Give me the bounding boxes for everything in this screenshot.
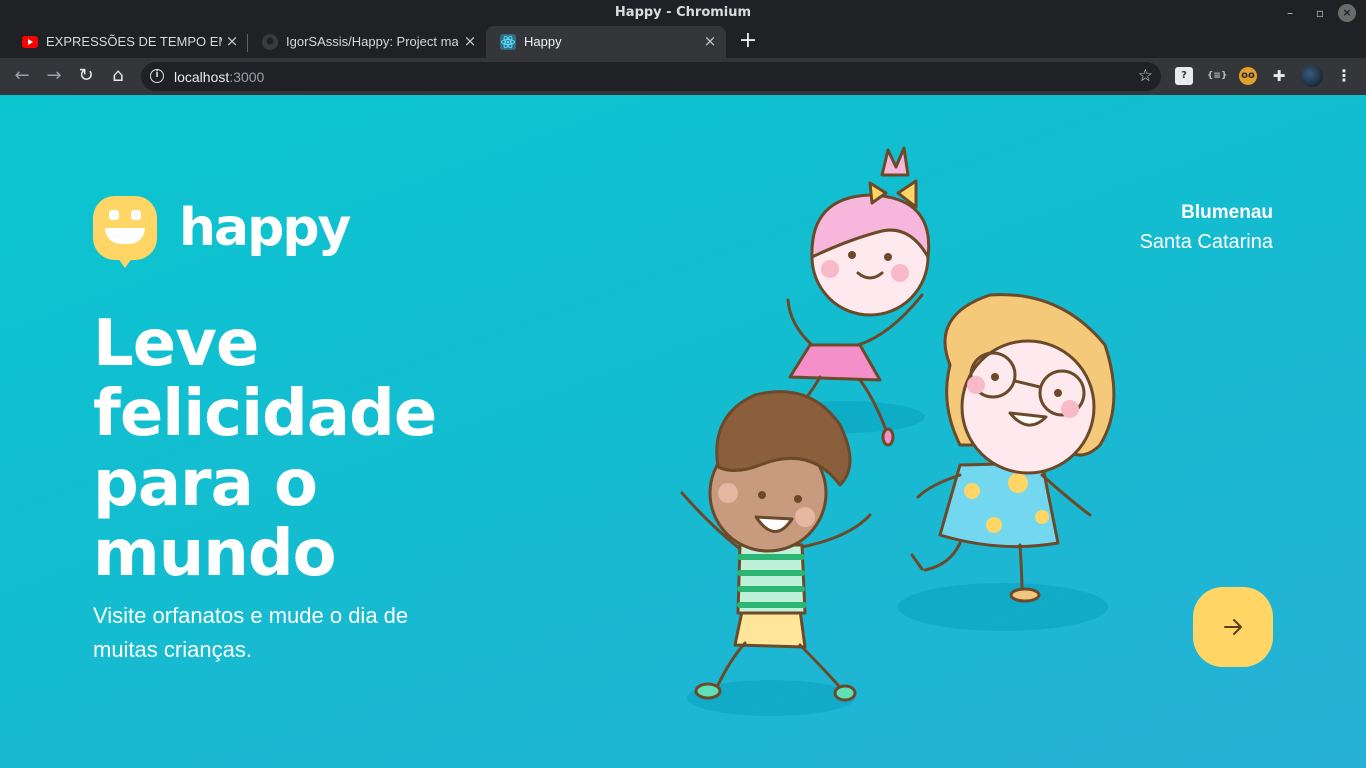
tab-label: EXPRESSÕES DE TEMPO EM INGLÊS [46,34,222,49]
extensions-puzzle-icon[interactable]: ✚ [1270,67,1288,85]
github-icon [262,34,278,50]
close-tab-icon[interactable]: × [224,32,240,50]
tab-youtube[interactable]: EXPRESSÕES DE TEMPO EM INGLÊS × [8,26,248,58]
enter-app-button[interactable] [1193,587,1273,667]
extension-icon[interactable]: oo [1239,67,1257,85]
hero-subline: Visite orfanatos e mude o dia de muitas … [93,603,409,662]
reload-button[interactable]: ↻ [74,64,98,88]
tab-label: IgorSAssis/Happy: Project made [286,34,458,49]
close-tab-icon[interactable]: × [702,32,718,50]
kids-illustration [680,146,1116,716]
maximize-window-button[interactable]: ▫ [1311,4,1329,22]
profile-avatar[interactable] [1301,65,1323,87]
url-text[interactable]: localhost:3000 [174,69,264,85]
browser-menu-button[interactable]: ⋮ [1336,65,1352,87]
logo-eye [109,210,119,220]
react-icon [500,34,516,50]
new-tab-button[interactable]: + [737,30,759,52]
youtube-icon [22,36,38,48]
smile-logo-icon [93,196,157,268]
bookmark-star-icon[interactable]: ☆ [1138,66,1153,86]
site-info-icon[interactable]: i [150,69,164,83]
logo-eye [131,210,141,220]
forward-button[interactable]: → [42,64,66,88]
location-city: Blumenau [1181,202,1273,223]
shadow [898,583,1108,631]
window-title: Happy - Chromium [614,5,752,20]
browser-toolbar: ← → ↻ ⌂ i localhost:3000 ☆ ? {≡} oo ✚ ⋮ [0,58,1366,95]
extension-icon[interactable]: ? [1175,67,1193,85]
home-button[interactable]: ⌂ [106,64,130,88]
tab-strip: EXPRESSÕES DE TEMPO EM INGLÊS × IgorSAss… [0,26,1366,58]
girl-glasses [910,293,1116,603]
tab-github[interactable]: IgorSAssis/Happy: Project made × [248,26,486,58]
location-state: Santa Catarina [1139,231,1273,253]
hero-headline: Leve felicidade para o mundo [93,307,437,591]
arrow-right-icon [1224,619,1242,635]
logo-mouth [105,228,145,244]
extension-icon[interactable]: {≡} [1207,67,1227,85]
tab-label: Happy [524,34,562,49]
tab-happy[interactable]: Happy × [486,26,726,58]
address-bar[interactable]: i localhost:3000 ☆ [141,62,1161,91]
url-port: :3000 [229,69,265,85]
minimize-window-button[interactable]: – [1281,4,1299,22]
landing-page: happy Leve felicidade para o mundo Visit… [0,95,1366,768]
back-button[interactable]: ← [10,64,34,88]
url-host: localhost [174,69,230,85]
location-block: Blumenau Santa Catarina [1140,199,1273,257]
logo-wordmark: happy [179,198,351,258]
window-titlebar: Happy - Chromium – ▫ × [0,0,1366,26]
boy [680,390,872,702]
close-window-button[interactable]: × [1338,4,1356,22]
close-tab-icon[interactable]: × [462,32,478,50]
happy-logo: happy [93,196,351,272]
